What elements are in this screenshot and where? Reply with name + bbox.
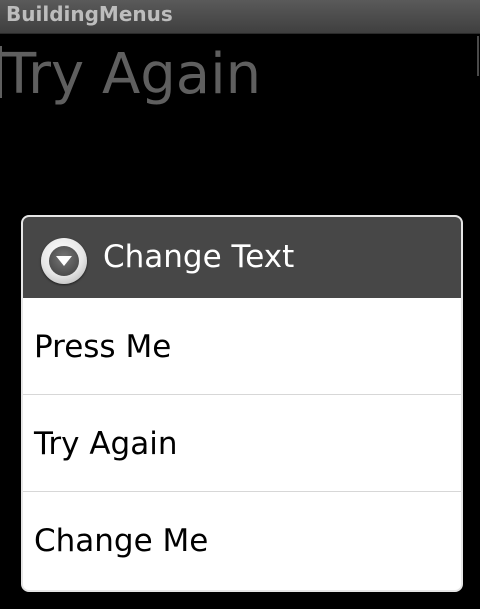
context-menu-list: Press Me Try Again Change Me [23, 298, 461, 588]
menu-item-try-again[interactable]: Try Again [23, 395, 461, 491]
context-menu-dialog: Change Text Press Me Try Again Change Me [21, 215, 463, 592]
menu-item-press-me[interactable]: Press Me [23, 298, 461, 394]
main-text-view[interactable]: Try Again [2, 40, 261, 110]
menu-item-label: Try Again [34, 426, 178, 462]
window-edge [477, 36, 479, 76]
circle-arrow-down-icon [41, 238, 87, 284]
app-screen: BuildingMenus Try Again Change Text Pres… [0, 0, 480, 609]
menu-item-label: Press Me [34, 329, 172, 365]
context-menu-title: Change Text [103, 239, 295, 275]
menu-item-change-me[interactable]: Change Me [23, 492, 461, 588]
title-bar: BuildingMenus [0, 0, 480, 34]
menu-item-label: Change Me [34, 523, 209, 559]
icon-inner-circle [49, 246, 79, 276]
arrow-down-glyph [56, 256, 72, 266]
context-menu-header: Change Text [23, 217, 461, 298]
app-title: BuildingMenus [6, 2, 173, 26]
